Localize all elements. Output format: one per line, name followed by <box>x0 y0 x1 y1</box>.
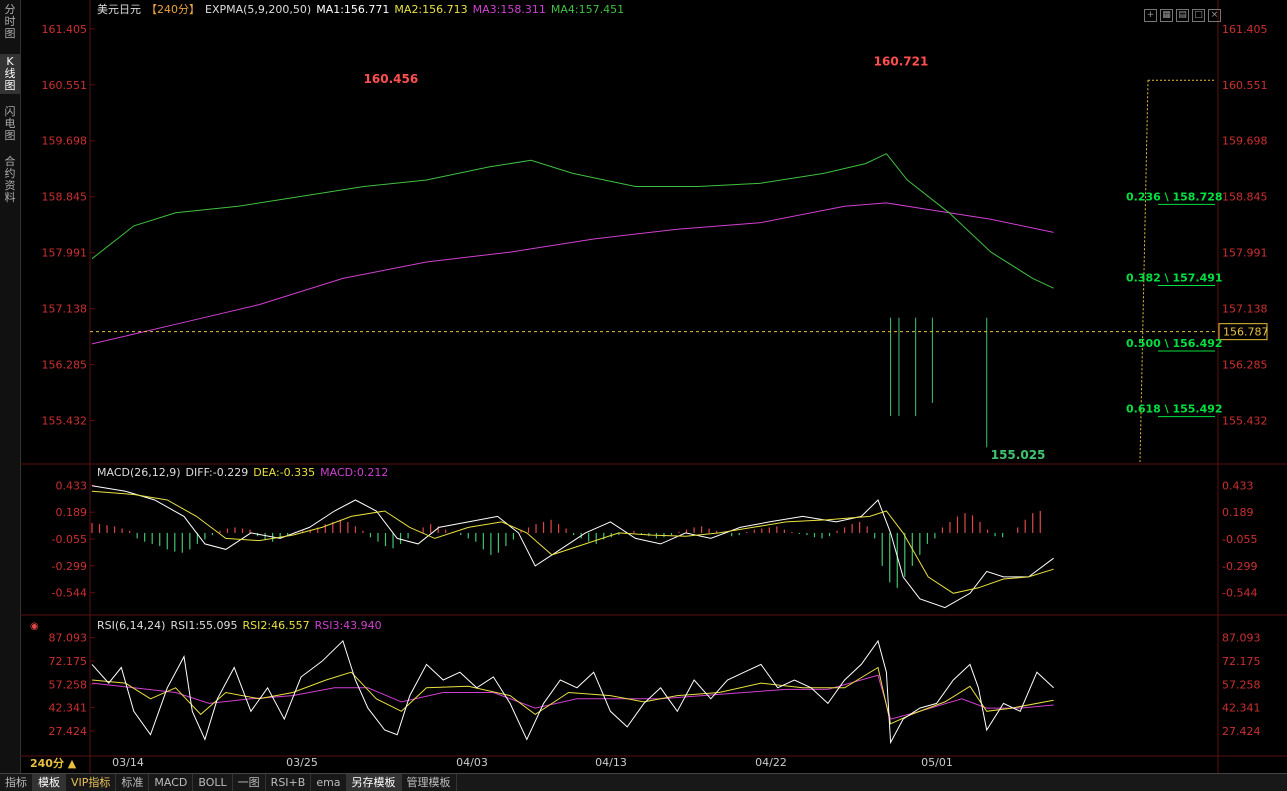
rsi-tick-right: 42.341 <box>1222 702 1261 715</box>
price-tick-right: 157.138 <box>1222 303 1268 316</box>
rsi3-line <box>91 674 1054 720</box>
bottom-tab[interactable]: MACD <box>149 774 194 791</box>
price-tick-left: 159.698 <box>42 135 88 148</box>
price-tick-right: 158.845 <box>1222 191 1268 204</box>
bottom-tab[interactable]: 一图 <box>233 774 266 791</box>
price-tick-left: 160.551 <box>42 79 88 92</box>
bottom-tab[interactable]: 标准 <box>116 774 150 791</box>
macd-diff-line <box>91 485 1054 609</box>
rsi-tick-left: 42.341 <box>49 702 88 715</box>
rsi-tick-left: 87.093 <box>49 632 88 645</box>
macd-tick-right: -0.055 <box>1222 533 1257 546</box>
rsi-tick-left: 72.175 <box>49 655 88 668</box>
bottom-tab[interactable]: 模板 <box>33 774 66 791</box>
price-tick-right: 155.432 <box>1222 415 1268 428</box>
ma4-line <box>91 153 1054 289</box>
price-annotation: 160.456 <box>364 72 419 86</box>
macd-tick-left: 0.433 <box>56 479 88 492</box>
bottom-tab[interactable]: VIP指标 <box>66 774 117 791</box>
macd-tick-right: -0.299 <box>1222 560 1257 573</box>
bottom-tab[interactable]: 另存模板 <box>346 774 402 791</box>
x-tick-label: 05/01 <box>921 756 953 769</box>
panel-settings-icon: ◉ <box>30 621 39 632</box>
x-tick-label: 03/14 <box>112 756 144 769</box>
price-header: 美元日元 【240分】 EXPMA(5,9,200,50) MA1:156.771 MA… <box>97 3 624 16</box>
rsi-tick-right: 27.424 <box>1222 725 1261 738</box>
crosshair-icon[interactable]: + <box>1144 9 1157 22</box>
price-annotation: 160.721 <box>874 55 929 69</box>
price-tick-left: 156.285 <box>42 359 88 372</box>
window-icon[interactable]: □ <box>1192 9 1205 22</box>
price-tick-left: 157.138 <box>42 303 88 316</box>
ma3-line <box>91 202 1054 345</box>
rsi-header: RSI(6,14,24) RSI1:55.095 RSI2:46.557 RSI3:4… <box>97 619 382 632</box>
macd-tick-right: 0.189 <box>1222 506 1254 519</box>
rsi-tick-left: 27.424 <box>49 725 88 738</box>
last-price-label: 156.787 <box>1223 326 1269 339</box>
close-icon[interactable]: × <box>1208 9 1221 22</box>
rsi-tick-right: 72.175 <box>1222 655 1261 668</box>
price-tick-right: 161.405 <box>1222 23 1268 36</box>
bottom-tab[interactable]: 管理模板 <box>402 774 457 791</box>
fib-level-label: 0.236 \ 158.728 <box>1126 190 1223 203</box>
fib-level-label: 0.382 \ 157.491 <box>1126 272 1223 285</box>
price-annotation: 155.025 <box>991 448 1046 462</box>
rsi-tick-right: 87.093 <box>1222 632 1261 645</box>
rsi-tick-left: 57.258 <box>49 678 88 691</box>
macd-tick-left: -0.055 <box>52 533 87 546</box>
rsi1-line <box>91 639 1054 745</box>
price-tick-left: 155.432 <box>42 415 88 428</box>
bottom-tab-bar: 指标 模板 VIP指标 标准 MACD BOLL 一图 RSI+B ema 另存模板 管理模板 <box>0 773 1287 791</box>
macd-header: MACD(26,12,9) DIFF:-0.229 DEA:-0.335 MACD:0… <box>97 466 388 479</box>
macd-tick-right: -0.544 <box>1222 587 1257 600</box>
x-tick-label: 04/22 <box>755 756 787 769</box>
price-tick-right: 157.991 <box>1222 247 1268 260</box>
price-tick-right: 156.285 <box>1222 359 1268 372</box>
x-tick-label: 03/25 <box>286 756 318 769</box>
macd-tick-left: 0.189 <box>56 506 88 519</box>
layout-icon[interactable]: ▤ <box>1176 9 1189 22</box>
rsi-tick-right: 57.258 <box>1222 678 1261 691</box>
bottom-tab[interactable]: ema <box>311 774 347 791</box>
bottom-tab[interactable]: 指标 <box>0 774 33 791</box>
x-tick-label: 04/03 <box>456 756 488 769</box>
grid-icon[interactable]: ▦ <box>1160 9 1173 22</box>
bottom-tab[interactable]: BOLL <box>193 774 233 791</box>
fib-level-label: 0.500 \ 156.492 <box>1126 337 1223 350</box>
period-indicator: 240分 ▲ <box>30 756 77 770</box>
price-tick-left: 158.845 <box>42 191 88 204</box>
price-tick-right: 159.698 <box>1222 135 1268 148</box>
macd-tick-left: -0.299 <box>52 560 87 573</box>
bottom-tab[interactable]: RSI+B <box>266 774 312 791</box>
price-tick-right: 160.551 <box>1222 79 1268 92</box>
price-tick-left: 157.991 <box>42 247 88 260</box>
fib-level-label: 0.618 \ 155.492 <box>1126 403 1223 416</box>
macd-tick-left: -0.544 <box>52 587 87 600</box>
chart-area[interactable]: 美元日元 【240分】 EXPMA(5,9,200,50) MA1:156.771 MA… <box>0 0 1287 773</box>
price-tick-left: 161.405 <box>42 23 88 36</box>
macd-tick-right: 0.433 <box>1222 479 1254 492</box>
x-tick-label: 04/13 <box>595 756 627 769</box>
toolbar-icons: + ▦ ▤ □ × <box>1141 2 1221 22</box>
